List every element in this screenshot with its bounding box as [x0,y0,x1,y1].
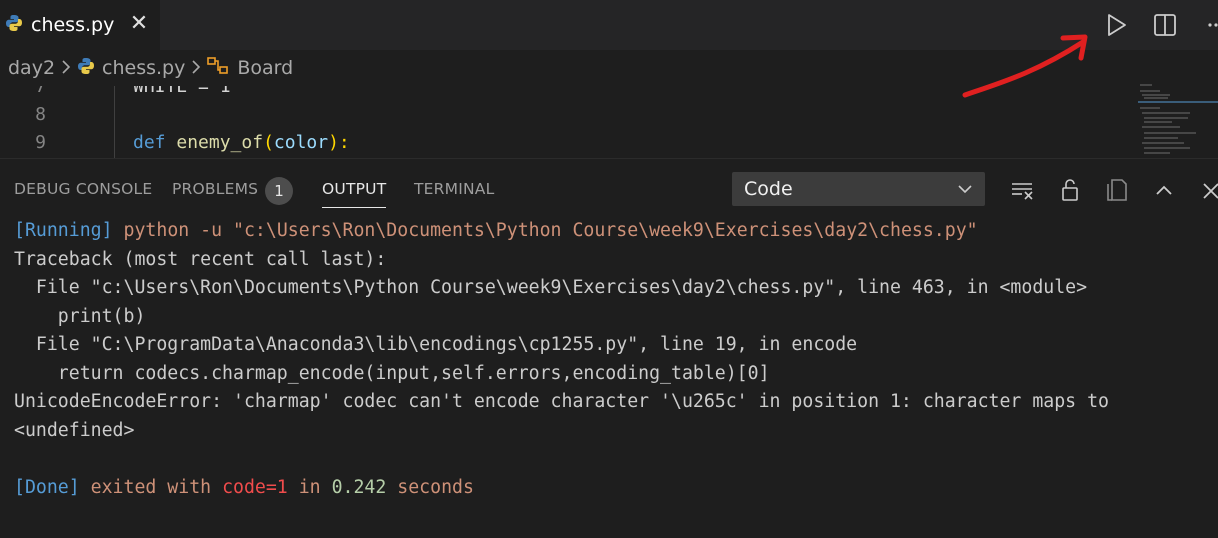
close-icon[interactable]: ✕ [128,12,150,36]
output-line: <undefined> [14,419,135,441]
output-line: File "c:\Users\Ron\Documents\Python Cour… [14,277,1088,298]
indent-guide [114,86,115,158]
output-line: Traceback (most recent call last): [14,248,387,270]
tab-problems[interactable]: PROBLEMS [172,180,258,198]
output-line: UnicodeEncodeError: 'charmap' codec can'… [14,391,1109,412]
parameter: color [273,132,329,153]
tab-terminal[interactable]: TERMINAL [414,180,494,198]
open-log-icon[interactable] [1104,176,1132,204]
chevron-down-icon [958,185,972,194]
tab-bar: chess.py ✕ [0,0,1218,50]
run-icon[interactable] [1102,10,1132,40]
line-number: 8 [35,104,46,125]
output-log[interactable]: [Running] python -u "c:\Users\Ron\Docume… [14,217,1109,502]
clear-output-icon[interactable] [1008,176,1036,204]
more-actions-icon[interactable] [1206,10,1218,40]
function-name: enemy_of [176,132,264,153]
done-text: exited with [90,476,212,498]
breadcrumb-file[interactable]: chess.py [102,57,185,79]
breadcrumb: day2 chess.py Board [0,50,1218,86]
breadcrumb-symbol[interactable]: Board [237,57,293,79]
elapsed-unit: seconds [397,476,474,498]
bracket: ): [328,132,350,153]
done-in: in [298,476,321,498]
keyword: def [133,132,166,153]
output-channel-select[interactable]: Code [732,172,985,206]
elapsed-time: 0.242 [331,476,387,498]
python-file-icon [5,14,23,36]
minimap[interactable] [1130,82,1218,158]
code-line: def enemy_of(color): [133,132,350,153]
problems-count-badge: 1 [265,177,293,205]
close-panel-icon[interactable] [1196,176,1218,204]
output-line: File "C:\ProgramData\Anaconda3\lib\encod… [14,334,858,355]
class-symbol-icon [207,56,229,81]
output-line: return codecs.charmap_encode(input,self.… [14,362,770,384]
line-number: 9 [35,132,46,153]
output-line: print(b) [14,305,146,327]
tab-title: chess.py [31,14,115,36]
chevron-right-icon [191,57,201,79]
maximize-panel-icon[interactable] [1150,176,1178,204]
bracket: ( [263,132,274,153]
tab-output[interactable]: OUTPUT [322,180,387,208]
breadcrumb-folder[interactable]: day2 [8,57,55,79]
running-command: python -u "c:\Users\Ron\Documents\Python… [123,220,978,241]
line-number: 7 [35,86,46,97]
panel-tabs: DEBUG CONSOLE PROBLEMS 1 OUTPUT TERMINAL [0,159,720,219]
running-tag: [Running] [14,220,113,241]
bottom-panel: DEBUG CONSOLE PROBLEMS 1 OUTPUT TERMINAL… [0,158,1218,538]
tab-chess-py[interactable]: chess.py ✕ [0,0,160,50]
split-editor-icon[interactable] [1150,10,1180,40]
exit-code: code=1 [222,476,288,498]
done-tag: [Done] [14,476,80,498]
code-editor[interactable]: 7 WHITE = 1 8 9 def enemy_of(color): [0,86,1218,158]
lock-scroll-icon[interactable] [1056,176,1084,204]
code-line: WHITE = 1 [133,86,231,97]
python-file-icon [77,57,95,80]
chevron-right-icon [61,57,71,79]
output-channel-value: Code [744,178,793,200]
tab-debug-console[interactable]: DEBUG CONSOLE [14,180,152,198]
